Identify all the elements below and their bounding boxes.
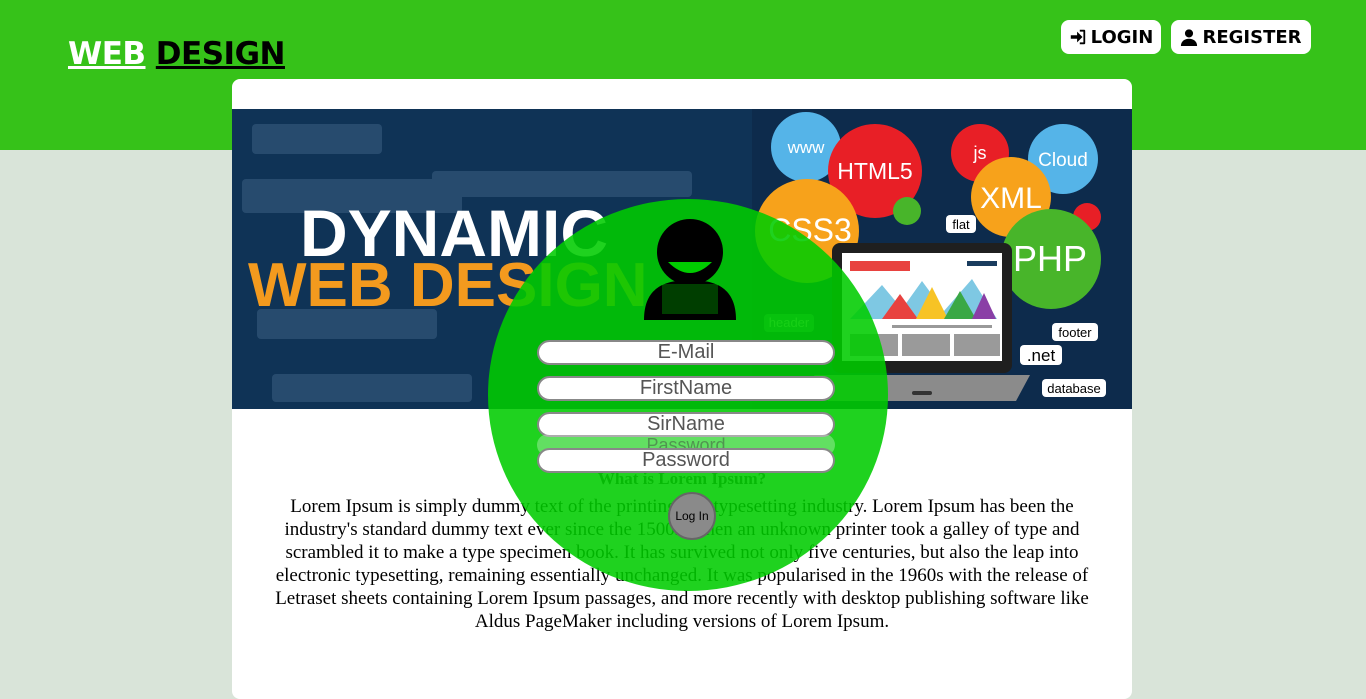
password-field[interactable]: [537, 448, 835, 473]
tag-database: database: [1047, 381, 1101, 396]
email-field[interactable]: [537, 340, 835, 365]
tag-flat: flat: [952, 217, 970, 232]
login-submit-button[interactable]: Log In: [668, 492, 716, 540]
site-logo[interactable]: WEB DESIGN: [68, 36, 285, 72]
bubble-js: js: [973, 143, 987, 163]
tag-footer: footer: [1058, 325, 1092, 340]
sign-in-icon: [1070, 29, 1085, 45]
bubble-php: PHP: [1013, 238, 1087, 279]
bubble-cloud: Cloud: [1038, 150, 1088, 171]
logo-word-design: DESIGN: [155, 36, 286, 72]
register-label: REGISTER: [1202, 26, 1302, 48]
register-button[interactable]: REGISTER: [1171, 20, 1311, 54]
login-button[interactable]: LOGIN: [1061, 20, 1161, 54]
firstname-field[interactable]: [537, 376, 835, 401]
bubble-html5: HTML5: [837, 158, 912, 184]
login-label: LOGIN: [1090, 26, 1154, 48]
tag-net: .net: [1027, 346, 1056, 365]
bubble-www: www: [787, 138, 826, 157]
user-icon: [1181, 29, 1198, 46]
bubble-xml: XML: [980, 182, 1042, 215]
logo-word-web: WEB: [68, 36, 146, 72]
user-avatar-icon: [644, 219, 736, 320]
